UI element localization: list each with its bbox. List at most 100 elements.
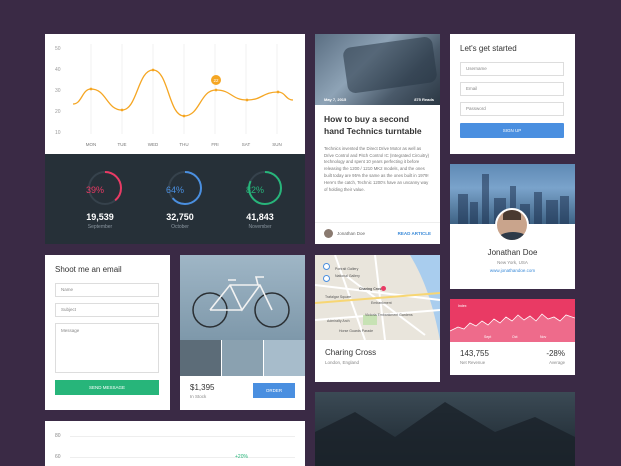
line-point: [214, 88, 218, 92]
line-point: [245, 98, 249, 102]
average-change-label: Average: [549, 360, 565, 365]
stat-september: 39% 19,539 September: [75, 168, 135, 230]
email-form-title: Shoot me an email: [55, 265, 122, 274]
y-tick-label: 30: [55, 88, 61, 94]
map-view[interactable]: Portrait Gallery National Gallery Charin…: [315, 255, 440, 340]
subject-input[interactable]: Subject: [55, 303, 159, 317]
day-label: SAT: [242, 142, 251, 147]
profile-website-link[interactable]: www.jonathandoe.com: [450, 268, 575, 273]
product-card: $1,395 In Stock ORDER: [180, 255, 305, 410]
article-date: May 7, 2015: [324, 97, 347, 102]
day-label: THU: [179, 142, 188, 147]
day-label: TUE: [118, 142, 127, 147]
stat-label: November: [248, 224, 272, 230]
thumbnail-1[interactable]: [180, 340, 222, 376]
map-label: Charing Cross: [359, 287, 384, 291]
revenue-chart-label: Sept: [484, 335, 492, 339]
day-label: MON: [86, 142, 97, 147]
stat-percent: 39%: [85, 185, 104, 195]
net-revenue-label: Net Revenue: [460, 360, 486, 365]
stat-value: 41,843: [246, 212, 274, 222]
author-avatar: [324, 229, 333, 238]
product-thumbnails: [180, 340, 305, 376]
profile-avatar[interactable]: [495, 208, 529, 242]
map-pin-icon[interactable]: [381, 286, 386, 291]
email-card: Shoot me an email Name Subject Message S…: [45, 255, 170, 410]
article-title[interactable]: How to buy a second hand Technics turnta…: [315, 105, 440, 138]
y-tick-label: 50: [55, 46, 61, 52]
day-label: WED: [148, 142, 159, 147]
grid-line: [70, 457, 295, 458]
signup-title: Let's get started: [460, 44, 517, 53]
grid-line: [70, 436, 295, 437]
profile-location: New York, USA: [497, 260, 528, 265]
map-label: Embankment: [371, 301, 392, 305]
bottom-chart-card: 80 60 +20%: [45, 421, 305, 466]
mountain-photo: [315, 392, 575, 466]
profile-name: Jonathan Doe: [487, 248, 538, 257]
tooltip-value: 22: [213, 78, 219, 83]
revenue-chart-label: Index: [458, 304, 467, 308]
mountain-shape: [315, 402, 575, 466]
revenue-chart-label: Oct: [512, 335, 518, 339]
article-footer: Jonathan Doe READ ARTICLE: [315, 222, 440, 244]
line-chart: 50 40 30 20 10 MON TUE WED THU FRI SAT SUN 22: [55, 44, 294, 147]
line-point: [151, 68, 155, 72]
day-label: FRI: [211, 142, 218, 147]
stats-card: 39% 19,539 September 64% 32,750 October …: [45, 154, 305, 244]
stat-value: 19,539: [86, 212, 114, 222]
article-body: Technics invented the Direct Drive Motor…: [324, 145, 430, 192]
revenue-card: Index Sept Oct Nov 143,755 Net Revenue -…: [450, 299, 575, 375]
line-point: [182, 114, 186, 118]
password-input[interactable]: Password: [460, 102, 564, 116]
stat-label: September: [87, 224, 113, 230]
net-revenue-value: 143,755: [460, 349, 489, 358]
average-change-value: -28%: [546, 349, 565, 358]
username-input[interactable]: Username: [460, 62, 564, 76]
revenue-stats: 143,755 Net Revenue -28% Average: [450, 342, 575, 365]
message-textarea[interactable]: Message: [55, 323, 159, 373]
map-label: Horse Guards Parade: [339, 329, 374, 333]
product-footer: $1,395 In Stock ORDER: [180, 376, 305, 410]
article-reads: 875 Reads: [414, 97, 434, 102]
change-badge: +20%: [235, 454, 248, 460]
order-button[interactable]: ORDER: [253, 383, 295, 398]
turntable-image: May 7, 2015 875 Reads: [315, 34, 440, 105]
line-point: [89, 87, 93, 91]
name-input[interactable]: Name: [55, 283, 159, 297]
stat-percent: 82%: [245, 185, 264, 195]
thumbnail-2[interactable]: [222, 340, 264, 376]
bicycle-icon: [192, 276, 290, 328]
map-place-name: Charing Cross: [325, 348, 377, 357]
stat-label: October: [171, 224, 189, 230]
bicycle-image[interactable]: [180, 255, 305, 340]
map-label: Victoria Embankment Gardens: [365, 313, 413, 317]
map-label: National Gallery: [335, 274, 360, 278]
signup-card: Let's get started Username Email Passwor…: [450, 34, 575, 154]
y-tick-label: 20: [55, 109, 61, 115]
zoom-out-icon[interactable]: [323, 275, 330, 282]
zoom-in-icon[interactable]: [323, 263, 330, 270]
stat-october: 64% 32,750 October: [155, 168, 215, 230]
stat-value: 32,750: [166, 212, 194, 222]
y-tick-label: 10: [55, 130, 61, 136]
day-label: SUN: [272, 142, 282, 147]
map-label: Portrait Gallery: [335, 267, 359, 271]
sign-up-button[interactable]: SIGN UP: [460, 123, 564, 138]
email-input[interactable]: Email: [460, 82, 564, 96]
article-meta: May 7, 2015 875 Reads: [324, 97, 434, 102]
article-author[interactable]: Jonathan Doe: [337, 231, 398, 236]
profile-card: Jonathan Doe New York, USA www.jonathand…: [450, 164, 575, 289]
send-message-button[interactable]: SEND MESSAGE: [55, 380, 159, 395]
line-chart-card: 50 40 30 20 10 MON TUE WED THU FRI SAT SUN 22: [45, 34, 305, 154]
revenue-chart-label: Nov: [540, 335, 547, 339]
read-article-link[interactable]: READ ARTICLE: [398, 231, 431, 236]
map-label: Trafalgar Square: [325, 295, 352, 299]
stat-percent: 64%: [165, 185, 184, 195]
revenue-chart: Index Sept Oct Nov: [450, 299, 575, 342]
thumbnail-3[interactable]: [264, 340, 305, 376]
map-label: Admiralty Arch: [327, 319, 350, 323]
stat-november: 82% 41,843 November: [235, 168, 295, 230]
line-point: [276, 90, 280, 94]
y-tick-label: 80: [55, 433, 61, 439]
